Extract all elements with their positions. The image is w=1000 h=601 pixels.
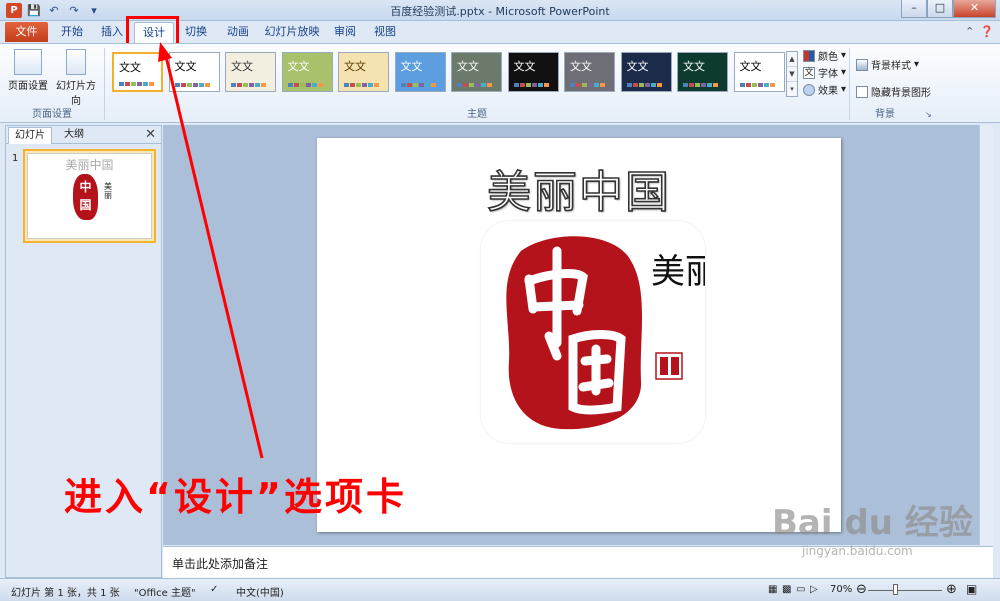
watermark-brand: Bai du 经验: [772, 503, 973, 543]
annotation-text: 进入“设计”选项卡: [64, 475, 407, 519]
baidu-watermark: Bai du 经验 jingyan.baidu.com: [772, 495, 973, 558]
watermark-url: jingyan.baidu.com: [802, 544, 913, 558]
